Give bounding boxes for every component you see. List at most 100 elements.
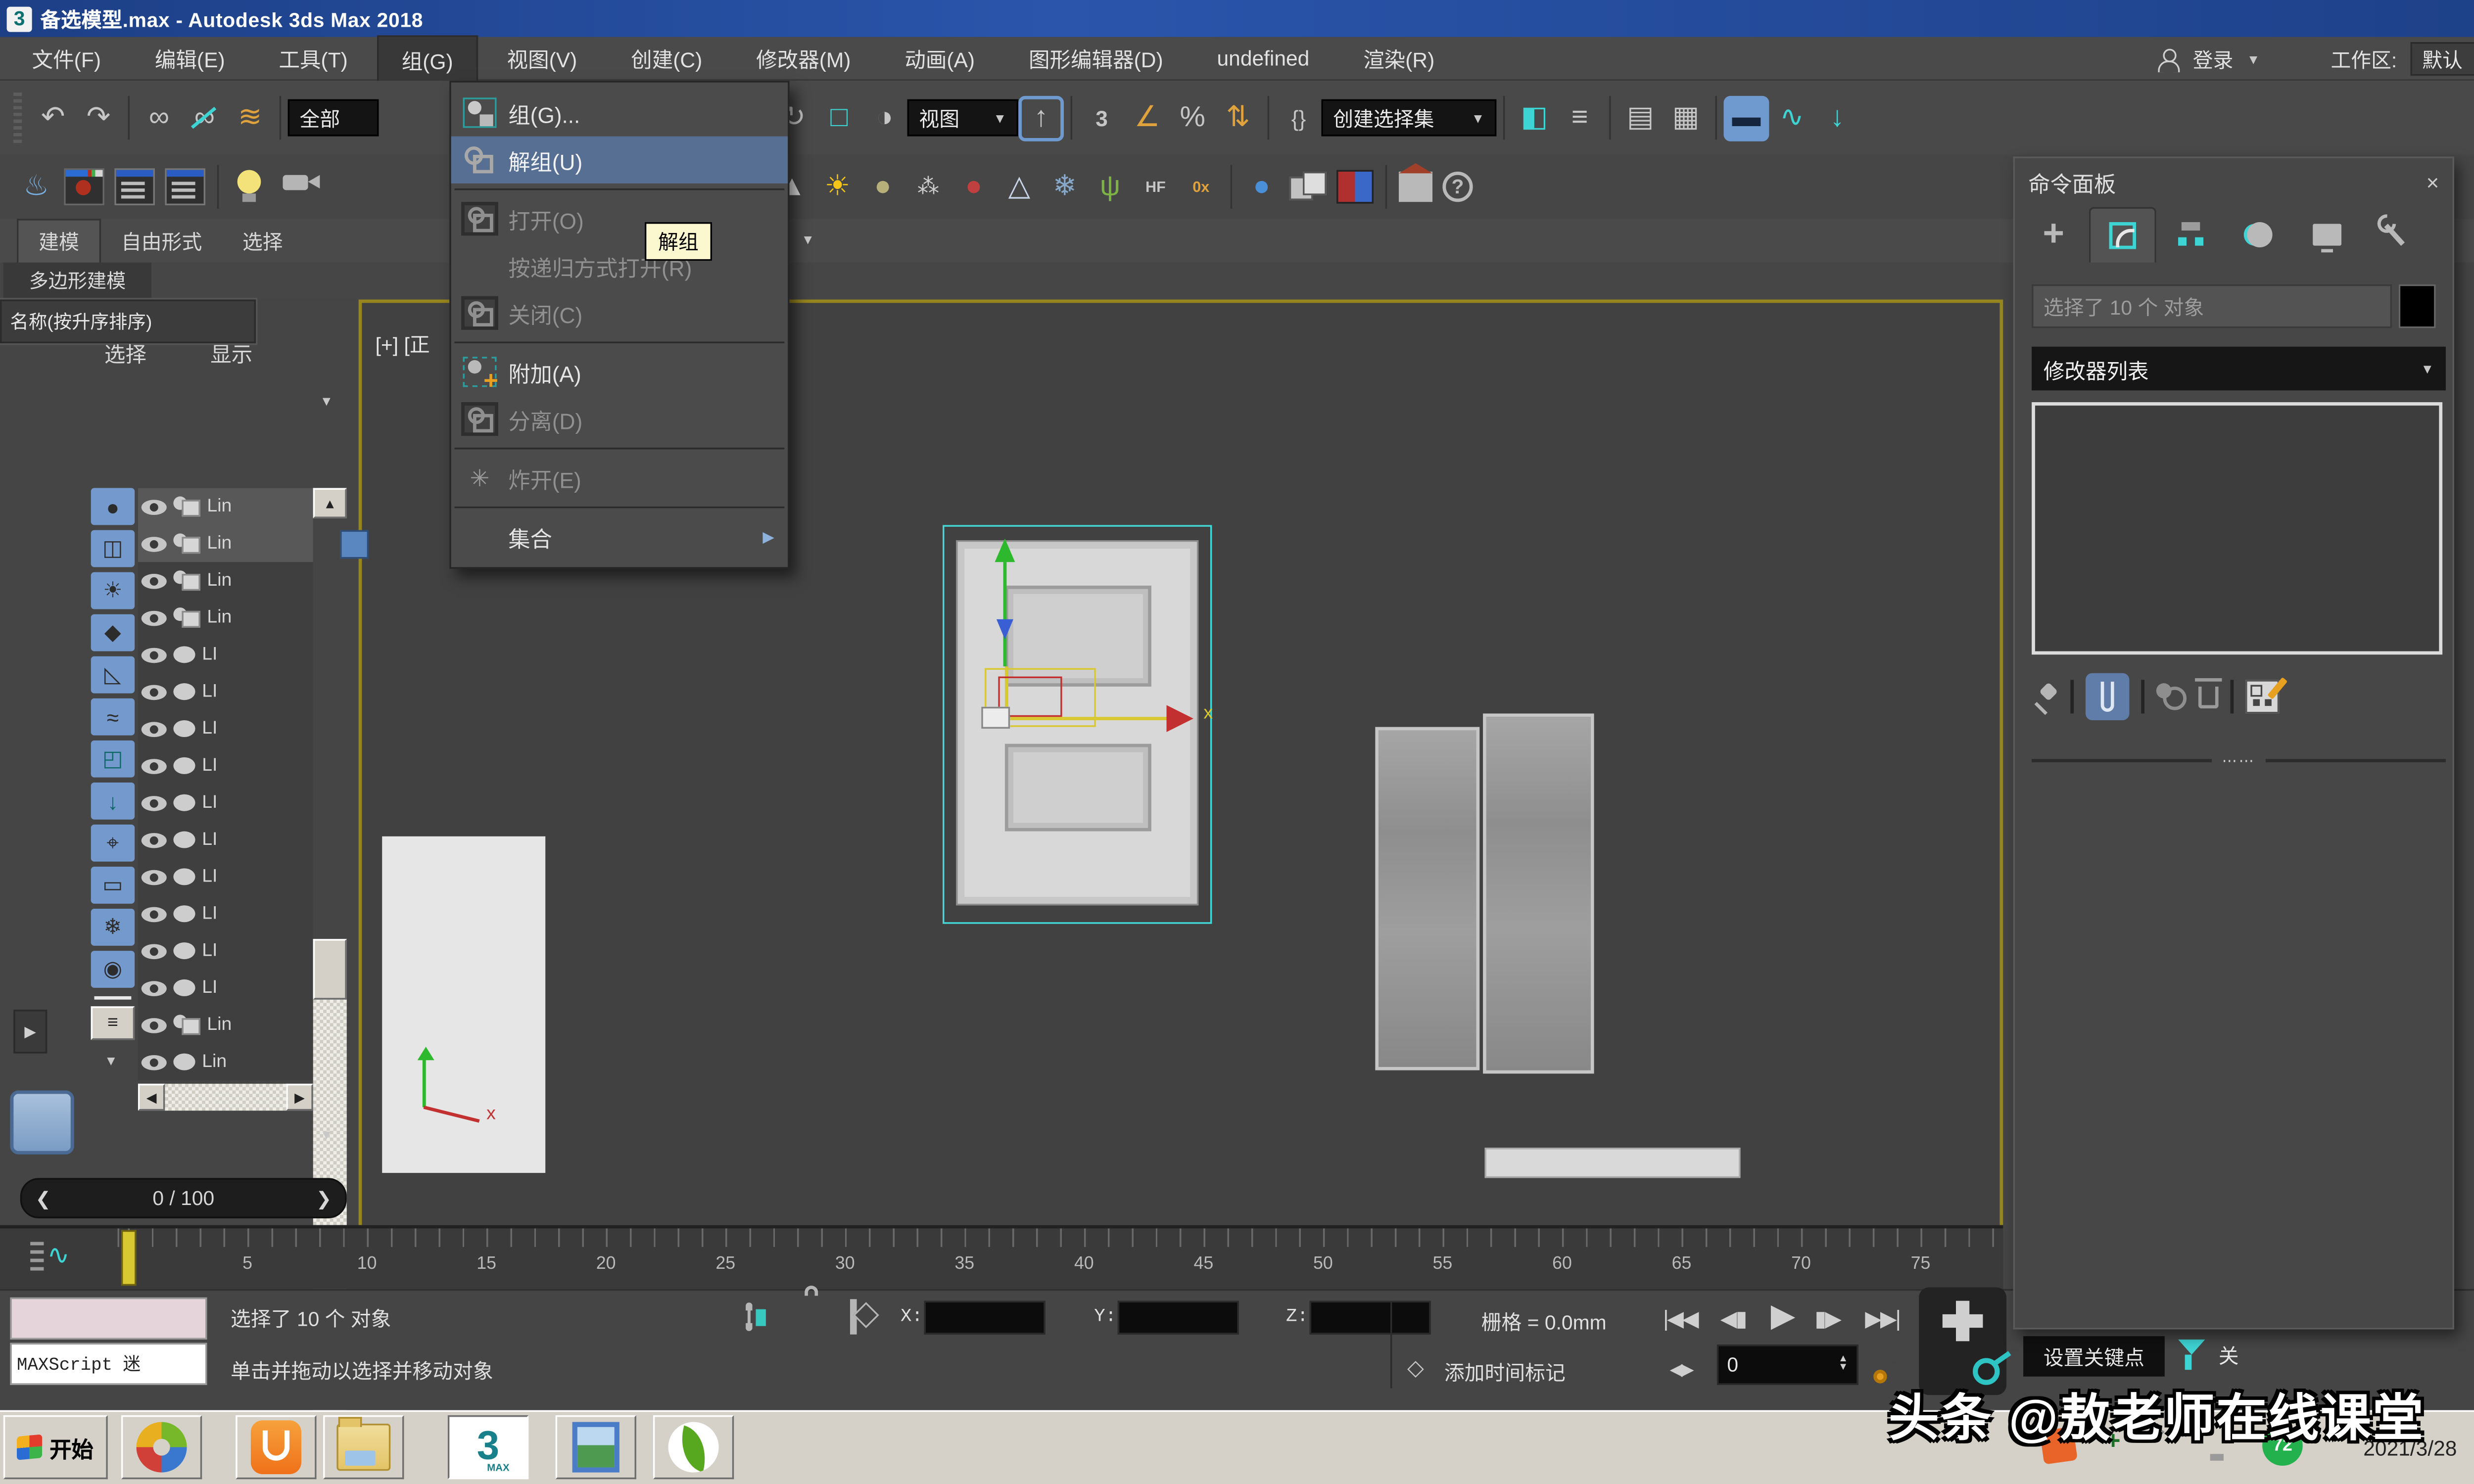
filter-cameras-icon[interactable] bbox=[91, 614, 135, 651]
maxscript-listener[interactable]: MAXScript 迷 bbox=[10, 1343, 207, 1385]
taskbar-item-3dsmax[interactable]: 3 MAX bbox=[447, 1415, 529, 1480]
explorer-row-14[interactable]: Lin bbox=[138, 1006, 313, 1043]
viewport-label[interactable]: [+] [正 bbox=[376, 330, 430, 359]
menubar-item-2[interactable]: 工具(T) bbox=[253, 35, 373, 81]
next-frame-icon[interactable] bbox=[316, 1187, 332, 1209]
toolbar-drag-handle[interactable] bbox=[13, 93, 22, 143]
divider-grip-icon[interactable] bbox=[2222, 751, 2256, 770]
filter-visibility-icon[interactable] bbox=[91, 951, 135, 988]
workspace-dropdown[interactable]: 默认 bbox=[2410, 42, 2474, 76]
filter-shapes-icon[interactable] bbox=[91, 530, 135, 567]
tab-hierarchy[interactable] bbox=[2160, 207, 2224, 261]
explorer-row-10[interactable]: LI bbox=[138, 858, 313, 895]
make-unique-icon[interactable] bbox=[2156, 683, 2187, 710]
bind-to-spacewarp-icon[interactable] bbox=[227, 95, 273, 140]
angle-snap-button[interactable] bbox=[1124, 95, 1170, 140]
track-bar[interactable]: 5 10 15 20 25 30 35 40 45 50 55 60 65 70 75 bbox=[0, 1225, 2003, 1289]
snap-toggle-button[interactable]: 3 bbox=[1079, 95, 1125, 140]
command-panel-close-icon[interactable]: × bbox=[2426, 169, 2439, 194]
visibility-eye-icon[interactable] bbox=[141, 573, 167, 588]
explorer-row-3[interactable]: Lin bbox=[138, 599, 313, 636]
visibility-eye-icon[interactable] bbox=[141, 1017, 167, 1033]
time-slider[interactable] bbox=[121, 1230, 137, 1286]
modifier-list-dropdown[interactable]: 修改器列表 bbox=[2032, 346, 2446, 391]
explorer-row-12[interactable]: LI bbox=[138, 932, 313, 970]
maxscript-pink-field[interactable] bbox=[10, 1297, 207, 1340]
explorer-list-mode-button[interactable] bbox=[91, 1006, 135, 1040]
light-lister-icon[interactable] bbox=[236, 170, 262, 204]
remove-modifier-icon[interactable] bbox=[2195, 677, 2222, 708]
explorer-more-filters-icon[interactable] bbox=[104, 1054, 118, 1069]
selection-region-button[interactable] bbox=[862, 95, 907, 140]
gizmo-z-arrow-icon[interactable] bbox=[996, 619, 1013, 640]
explorer-row-6[interactable]: LI bbox=[138, 710, 313, 747]
login-button[interactable]: 登录 bbox=[2193, 45, 2234, 73]
visibility-eye-icon[interactable] bbox=[141, 536, 167, 552]
menu-item-0[interactable]: 组(G)... bbox=[451, 89, 788, 136]
menubar-item-7[interactable]: 动画(A) bbox=[879, 35, 1000, 81]
selection-filter-dropdown[interactable]: 全部 bbox=[287, 99, 379, 137]
explorer-vscrollbar[interactable] bbox=[313, 488, 347, 1484]
menu-item-12[interactable]: 集合 bbox=[451, 513, 788, 560]
named-selection-sets-dropdown[interactable]: 创建选择集 bbox=[1321, 99, 1497, 137]
tab-modify[interactable] bbox=[2089, 206, 2156, 262]
foliage-icon[interactable] bbox=[1088, 164, 1133, 210]
menubar-item-1[interactable]: 编辑(E) bbox=[130, 35, 250, 81]
menubar-item-5[interactable]: 创建(C) bbox=[606, 35, 727, 81]
explorer-tab-display[interactable]: 显示 bbox=[210, 336, 252, 369]
docked-mini-icon[interactable] bbox=[340, 530, 369, 559]
visibility-eye-icon[interactable] bbox=[141, 906, 167, 922]
layer-manager-button[interactable] bbox=[1618, 95, 1663, 140]
render-teapot-icon[interactable] bbox=[13, 164, 59, 210]
panel-expand-button[interactable] bbox=[13, 1010, 48, 1054]
gizmo-x-arrow-icon[interactable] bbox=[1166, 705, 1193, 732]
menubar-item-0[interactable]: 文件(F) bbox=[7, 35, 126, 81]
schematic-view-button[interactable] bbox=[1814, 95, 1860, 140]
menubar-item-10[interactable]: 渲染(R) bbox=[1338, 35, 1460, 81]
visibility-eye-icon[interactable] bbox=[141, 980, 167, 996]
scroll-thumb[interactable] bbox=[313, 939, 347, 1000]
time-scrubber[interactable]: 0 / 100 bbox=[20, 1178, 347, 1218]
tab-create[interactable]: + bbox=[2022, 207, 2086, 261]
explorer-row-8[interactable]: LI bbox=[138, 784, 313, 821]
explorer-row-13[interactable]: LI bbox=[138, 969, 313, 1006]
menubar-item-3[interactable]: 组(G) bbox=[376, 34, 478, 82]
ribbon-minimize-icon[interactable] bbox=[801, 232, 814, 247]
select-and-scale-button[interactable] bbox=[816, 95, 862, 140]
use-pivot-center-button[interactable] bbox=[1018, 95, 1064, 141]
filter-particles-icon[interactable] bbox=[91, 909, 135, 946]
visibility-eye-icon[interactable] bbox=[141, 795, 167, 811]
visibility-eye-icon[interactable] bbox=[141, 943, 167, 959]
explorer-row-4[interactable]: LI bbox=[138, 636, 313, 673]
previous-frame-button[interactable] bbox=[1720, 1298, 1746, 1341]
window-object[interactable] bbox=[1375, 713, 1594, 1074]
configure-modifier-sets-icon[interactable] bbox=[2245, 680, 2280, 714]
taskbar-item-notes[interactable] bbox=[653, 1415, 734, 1480]
tab-display[interactable] bbox=[2294, 207, 2358, 261]
add-time-tag[interactable]: 添加时间标记 bbox=[1444, 1358, 1566, 1387]
explorer-options-dropdown-icon[interactable] bbox=[320, 394, 333, 409]
absolute-offset-icon[interactable] bbox=[850, 1299, 857, 1335]
curve-editor-button[interactable] bbox=[1769, 95, 1814, 140]
explorer-row-0[interactable]: Lin bbox=[138, 488, 313, 525]
explorer-row-2[interactable]: Lin bbox=[138, 562, 313, 599]
pin-stack-icon[interactable] bbox=[2032, 683, 2058, 710]
ribbon-tab-freeform[interactable]: 自由形式 bbox=[101, 221, 222, 263]
filter-xrefs-icon[interactable] bbox=[91, 782, 135, 820]
visibility-eye-icon[interactable] bbox=[141, 721, 167, 737]
camera-icon[interactable] bbox=[280, 172, 320, 202]
visibility-eye-icon[interactable] bbox=[141, 684, 167, 699]
scroll-left-icon[interactable] bbox=[138, 1083, 165, 1111]
menubar-item-9[interactable]: undefined bbox=[1191, 40, 1334, 77]
explorer-hscrollbar[interactable] bbox=[138, 1083, 313, 1111]
filter-bones-icon[interactable] bbox=[91, 824, 135, 862]
gizmo-y-arrow-icon[interactable] bbox=[995, 538, 1015, 562]
set-key-button[interactable]: 设置关键点 bbox=[2023, 1336, 2165, 1377]
key-mode-toggle[interactable] bbox=[1670, 1348, 1693, 1391]
windows-pair-icon[interactable] bbox=[1289, 171, 1327, 202]
reference-coordinate-dropdown[interactable]: 视图 bbox=[907, 99, 1019, 137]
red-sphere-icon[interactable] bbox=[951, 164, 997, 210]
edit-named-selections-button[interactable]: {} bbox=[1276, 95, 1322, 140]
taskbar-item-ucbrowser[interactable] bbox=[236, 1415, 317, 1480]
object-color-swatch[interactable] bbox=[2398, 284, 2436, 328]
